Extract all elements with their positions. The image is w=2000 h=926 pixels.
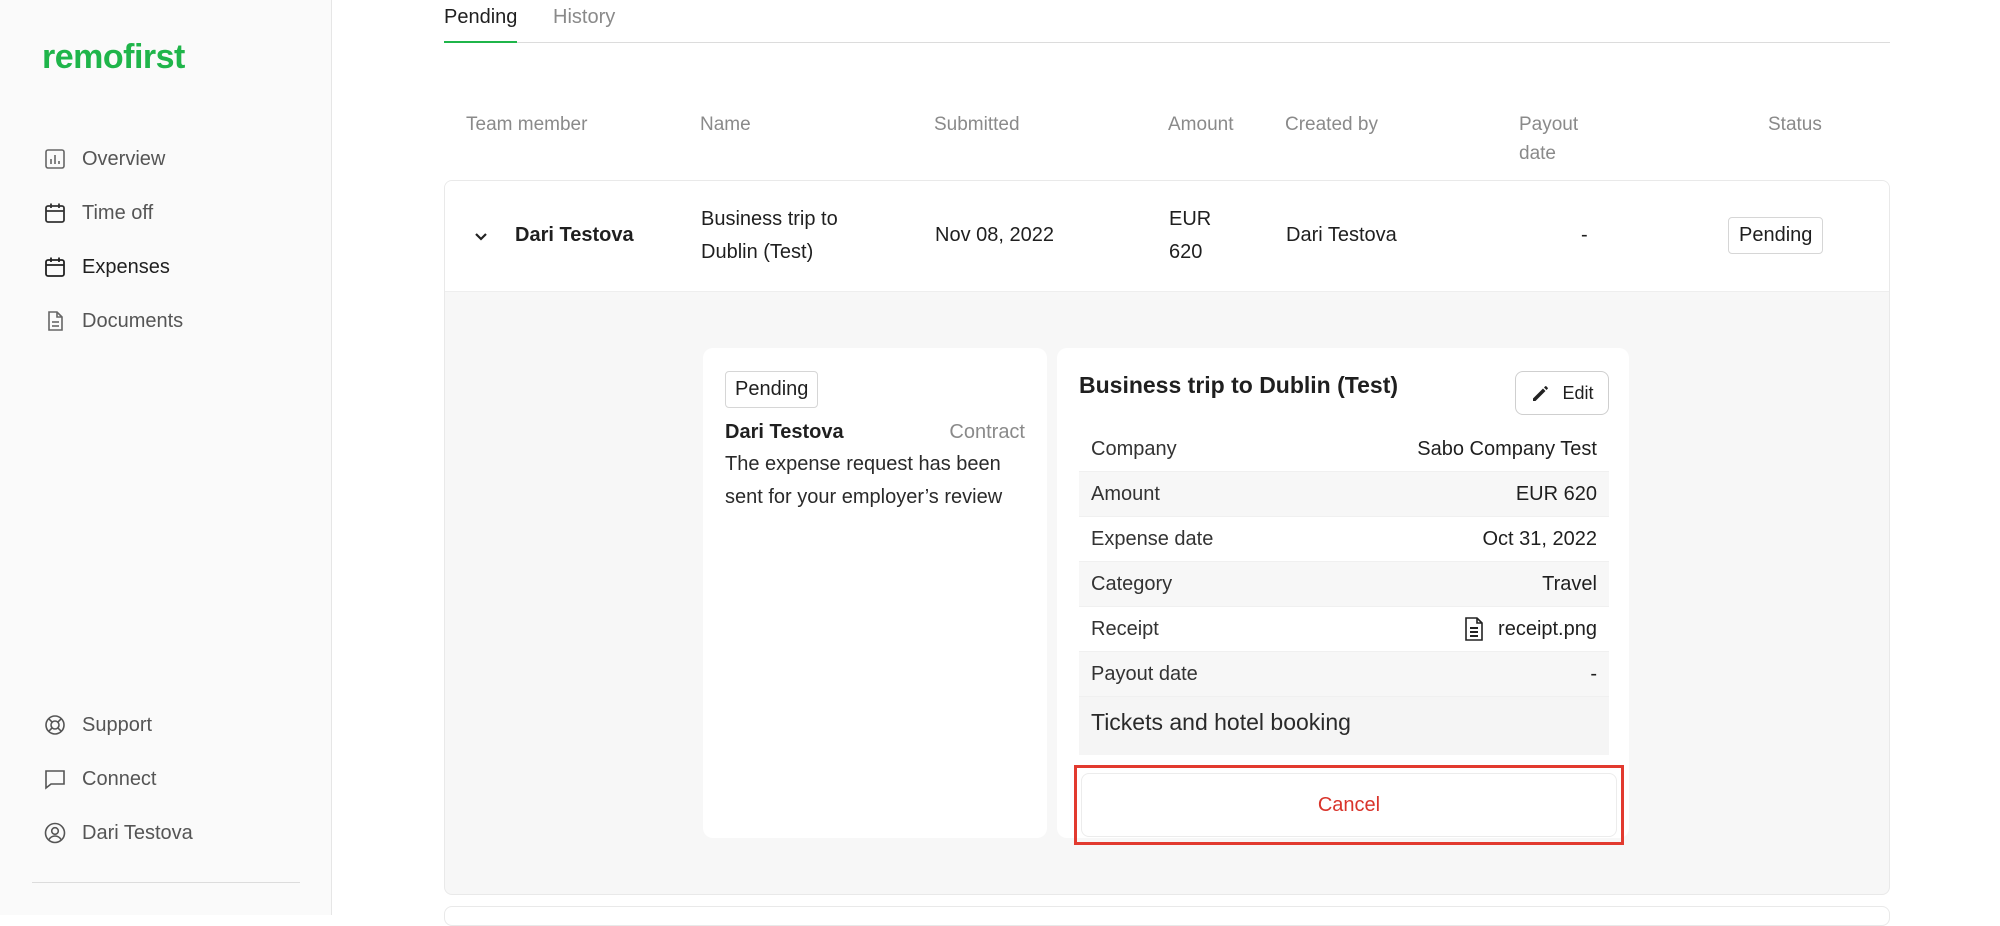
table-row[interactable]: Dari Testova Business trip to Dublin (Te… <box>445 181 1889 292</box>
sidebar-item-label: Overview <box>82 147 166 170</box>
tabs: Pending History <box>444 0 1890 43</box>
column-header-name: Name <box>700 114 751 135</box>
sidebar-bottom-nav: Support Connect Dari Testova <box>42 698 193 860</box>
user-icon <box>42 820 68 846</box>
status-badge: Pending <box>725 371 819 408</box>
info-row-receipt: Receipt receipt.png <box>1079 607 1609 652</box>
bar-chart-icon <box>42 146 68 172</box>
name-line1: Business trip to <box>701 208 838 230</box>
info-label: Receipt <box>1091 617 1159 640</box>
expense-note: Tickets and hotel booking <box>1079 697 1609 755</box>
column-header-amount: Amount <box>1168 114 1234 135</box>
info-row-category: Category Travel <box>1079 562 1609 607</box>
column-header-submitted: Submitted <box>934 114 1020 135</box>
sidebar-item-label: Time off <box>82 201 154 224</box>
info-label: Category <box>1091 572 1173 595</box>
cancel-highlight: Cancel <box>1074 765 1624 845</box>
sidebar-nav: Overview Time off Expenses Documents <box>42 132 183 348</box>
created-by-cell: Dari Testova <box>1286 224 1397 246</box>
sidebar-item-overview[interactable]: Overview <box>42 132 183 186</box>
amount-cell: EUR 620 <box>1169 203 1211 269</box>
sidebar-divider <box>32 882 300 883</box>
info-label: Amount <box>1091 482 1160 505</box>
receipt-link[interactable]: receipt.png <box>1462 616 1597 642</box>
logo: remofirst <box>42 38 185 76</box>
column-header-payout-line2: date <box>1519 143 1556 164</box>
column-header-created-by: Created by <box>1285 114 1378 135</box>
status-badge: Pending <box>1728 217 1824 254</box>
sidebar-item-label: Connect <box>82 767 157 790</box>
info-row-company: Company Sabo Company Test <box>1079 427 1609 472</box>
edit-button-label: Edit <box>1562 382 1594 403</box>
activity-message-line1: The expense request has been <box>725 453 1001 475</box>
info-value: Oct 31, 2022 <box>1482 527 1597 550</box>
sidebar-item-label: Documents <box>82 309 184 332</box>
column-header-status: Status <box>1768 114 1822 135</box>
main-content: Pending History Team member Name Submitt… <box>332 0 2000 926</box>
lifebuoy-icon <box>42 712 68 738</box>
tab-history[interactable]: History <box>553 6 615 41</box>
amount-currency: EUR <box>1169 208 1212 230</box>
activity-author-role: Contract <box>949 421 1025 443</box>
sidebar-item-support[interactable]: Support <box>42 698 193 752</box>
document-icon <box>42 308 68 334</box>
chat-icon <box>42 766 68 792</box>
table-row <box>444 906 1890 926</box>
column-header-payout-date: Payout date <box>1519 110 1578 168</box>
sidebar-item-label: Expenses <box>82 255 170 278</box>
sidebar-item-label: Support <box>82 713 153 736</box>
name-line2: Dublin (Test) <box>701 241 814 263</box>
info-label: Company <box>1091 437 1177 460</box>
receipt-filename: receipt.png <box>1498 617 1597 640</box>
sidebar-item-connect[interactable]: Connect <box>42 752 193 806</box>
info-label: Expense date <box>1091 527 1214 550</box>
sidebar: remofirst Overview Time off Expenses Doc… <box>0 0 332 915</box>
info-row-expense-date: Expense date Oct 31, 2022 <box>1079 517 1609 562</box>
team-member-cell: Dari Testova <box>515 224 634 246</box>
sidebar-item-expenses[interactable]: Expenses <box>42 240 183 294</box>
info-value: - <box>1590 662 1597 685</box>
sidebar-item-documents[interactable]: Documents <box>42 294 183 348</box>
info-value: Sabo Company Test <box>1417 437 1597 460</box>
name-cell: Business trip to Dublin (Test) <box>701 203 838 269</box>
expense-detail-card: Business trip to Dublin (Test) Edit Comp… <box>1057 348 1629 845</box>
info-value: EUR 620 <box>1515 482 1597 505</box>
expense-title: Business trip to Dublin (Test) <box>1079 372 1399 398</box>
column-header-team-member: Team member <box>466 114 588 135</box>
cancel-button[interactable]: Cancel <box>1081 773 1617 837</box>
info-label: Payout date <box>1091 662 1198 685</box>
chevron-down-icon[interactable] <box>471 227 491 247</box>
calendar-icon <box>42 200 68 226</box>
activity-author: Dari Testova <box>725 421 844 443</box>
sidebar-item-label: Dari Testova <box>82 821 193 844</box>
sidebar-item-profile[interactable]: Dari Testova <box>42 806 193 860</box>
pencil-icon <box>1533 386 1549 401</box>
submitted-cell: Nov 08, 2022 <box>935 224 1054 246</box>
info-value: Travel <box>1542 572 1597 595</box>
amount-value: 620 <box>1169 241 1203 263</box>
expense-info-table: Company Sabo Company Test Amount EUR 620… <box>1079 427 1609 697</box>
info-row-payout-date: Payout date - <box>1079 652 1609 697</box>
activity-message-line2: sent for your employer’s review <box>725 486 1003 508</box>
expense-table: Dari Testova Business trip to Dublin (Te… <box>444 180 1890 895</box>
edit-button[interactable]: Edit <box>1515 371 1609 415</box>
payout-date-cell: - <box>1581 224 1588 246</box>
calendar-icon <box>42 254 68 280</box>
sidebar-item-time-off[interactable]: Time off <box>42 186 183 240</box>
activity-message: The expense request has been sent for yo… <box>725 448 1002 514</box>
tab-pending[interactable]: Pending <box>444 6 518 43</box>
column-header-payout-line1: Payout <box>1519 114 1579 135</box>
file-icon <box>1465 617 1483 641</box>
info-row-amount: Amount EUR 620 <box>1079 472 1609 517</box>
activity-card: Pending Dari Testova Contract The expens… <box>703 348 1047 838</box>
